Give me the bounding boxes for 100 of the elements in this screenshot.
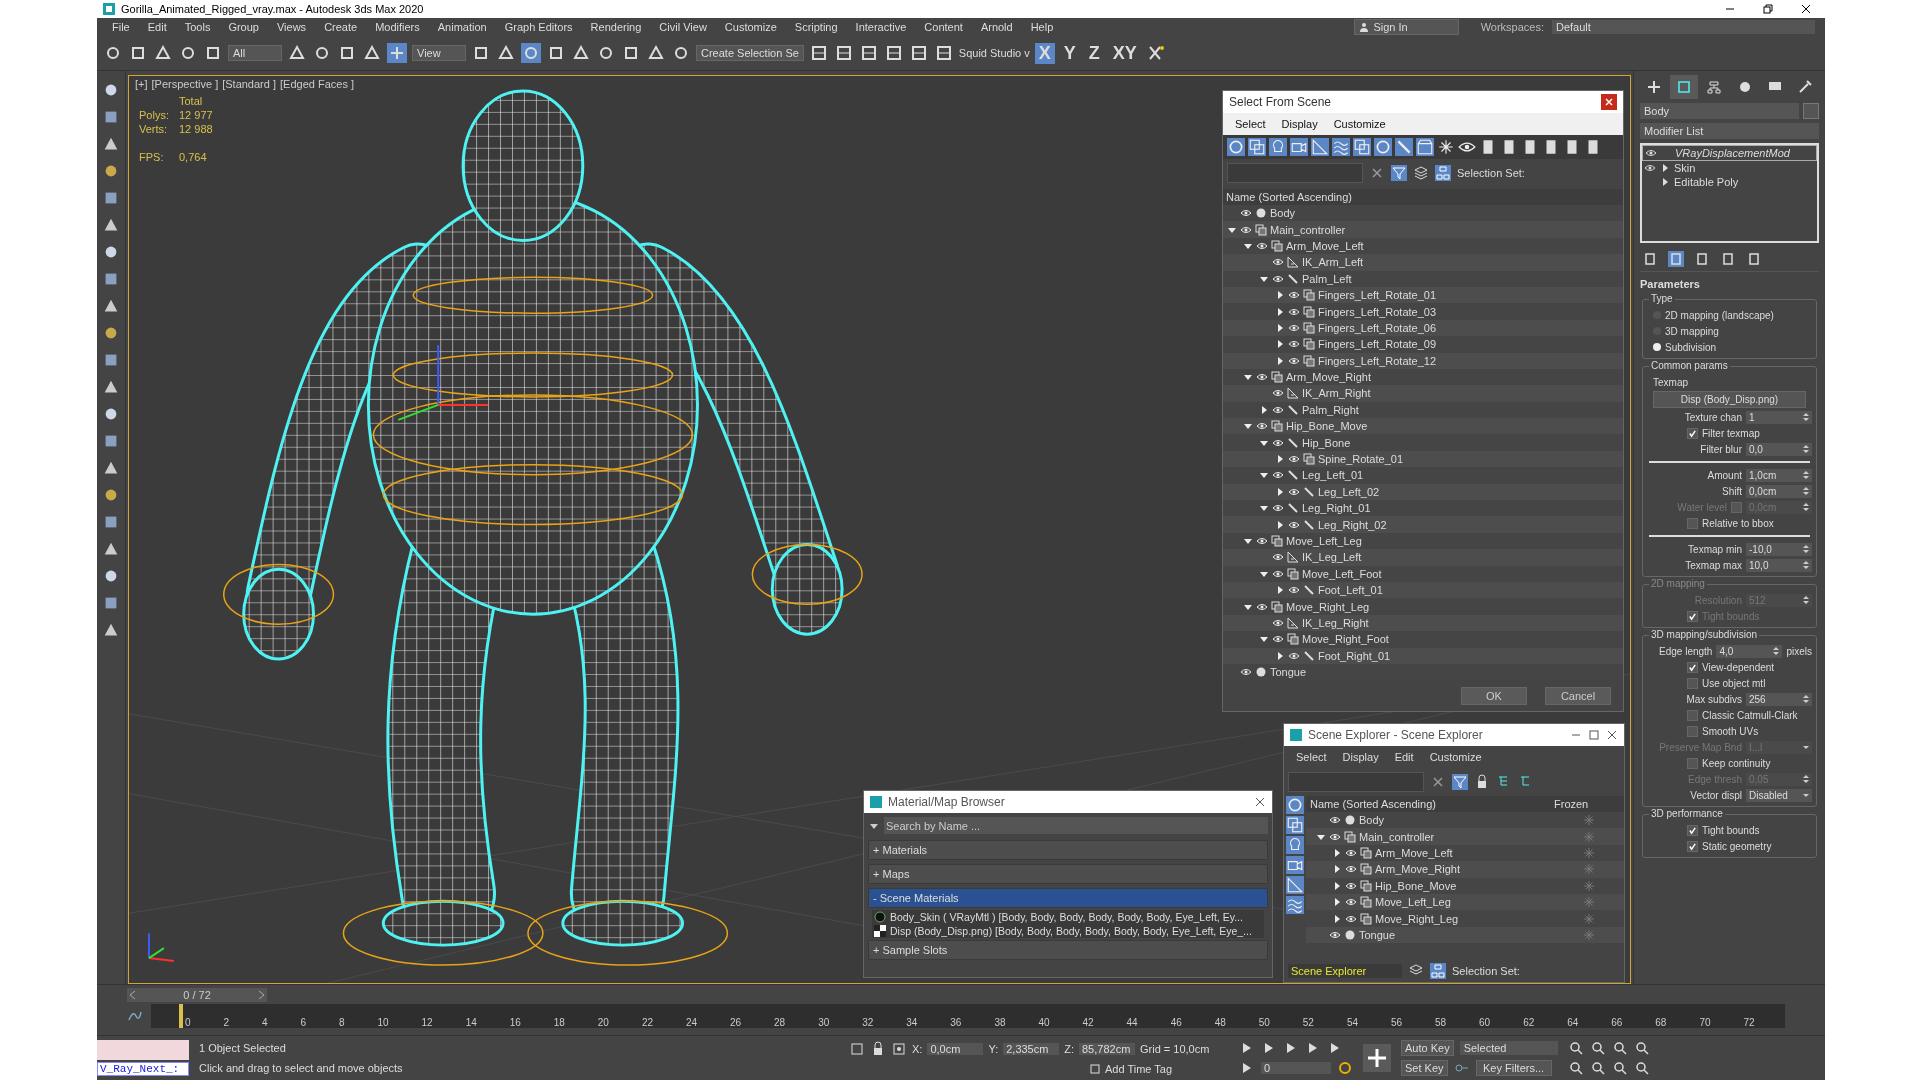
checkbox[interactable]: Relative to bbox — [1647, 516, 1812, 530]
visibility-eye-icon[interactable] — [1345, 865, 1357, 874]
visibility-eye-icon[interactable] — [1272, 618, 1284, 627]
helper-filter-icon[interactable] — [1286, 816, 1304, 834]
object-name[interactable]: Palm_Left — [1302, 272, 1352, 285]
spinner-arrows-icon[interactable] — [1803, 486, 1809, 496]
viewport-navigation-icon[interactable] — [1589, 1060, 1606, 1076]
object-name[interactable]: Body — [1270, 207, 1296, 220]
browser-group-header[interactable]: + Materials — [868, 840, 1268, 860]
menu-item[interactable]: Customize — [1429, 751, 1482, 763]
spinner-arrows-icon[interactable] — [1773, 646, 1780, 656]
checkbox[interactable]: Filter texmap — [1647, 426, 1812, 440]
visibility-eye-icon[interactable] — [1272, 471, 1284, 480]
object-name[interactable]: Leg_Right_01 — [1302, 502, 1371, 515]
gorilla-wireframe-drawing[interactable] — [223, 89, 863, 966]
expand-arrow-icon[interactable] — [1332, 913, 1342, 924]
filter-icon[interactable] — [1452, 774, 1468, 790]
visibility-eye-icon[interactable] — [1288, 586, 1300, 595]
move-icon[interactable] — [387, 43, 407, 63]
object-name[interactable]: Move_Left_Leg — [1375, 896, 1451, 909]
menu-item[interactable]: Arnold — [971, 21, 1022, 33]
spinner-arrows-icon[interactable] — [1803, 470, 1809, 480]
object-name[interactable]: Hip_Bone — [1302, 436, 1351, 449]
spinner-field[interactable]: 1 — [1746, 410, 1812, 424]
expand-arrow-icon[interactable] — [1275, 322, 1285, 333]
x-coordinate-field[interactable]: 0,0cm — [927, 1043, 984, 1055]
object-name[interactable]: Hip_Bone_Move — [1375, 879, 1457, 892]
maxscript-listener-field[interactable] — [97, 1040, 189, 1060]
layers-icon[interactable] — [1413, 165, 1429, 181]
camera-filter-icon[interactable] — [1286, 856, 1304, 874]
search-field[interactable] — [1227, 163, 1363, 183]
column-header[interactable]: Frozen — [1554, 798, 1624, 810]
maximize-icon[interactable] — [1588, 729, 1600, 741]
filter-icon[interactable] — [1391, 165, 1407, 181]
restore-icon[interactable] — [1763, 4, 1773, 14]
visibility-eye-icon[interactable] — [1256, 241, 1268, 250]
close-icon[interactable] — [1254, 796, 1266, 808]
object-name[interactable]: IK_Arm_Left — [1302, 256, 1364, 269]
absolute-mode-icon[interactable] — [891, 1041, 907, 1057]
add-time-tag-button[interactable]: Add Time Tag — [1089, 1063, 1173, 1075]
spinner-field[interactable]: 4,0 — [1716, 644, 1783, 658]
object-name[interactable]: Arm_Move_Left — [1375, 846, 1453, 859]
browser-group-header[interactable]: - Scene Materials — [868, 888, 1268, 908]
checkbox[interactable]: Smooth UVs — [1647, 724, 1812, 738]
spinner-field[interactable]: 256 — [1746, 692, 1812, 706]
named-selection-dropdown[interactable]: Create Selection Se — [696, 45, 804, 61]
menu-item[interactable]: Customize — [715, 21, 786, 33]
viewport-navigation-icon[interactable] — [1611, 1040, 1628, 1056]
spinner-field[interactable]: 0,0 — [1746, 442, 1812, 456]
menu-item[interactable]: Tools — [175, 21, 220, 33]
cancel-button[interactable]: Cancel — [1545, 687, 1611, 705]
checkbox[interactable]: Use object mtl — [1647, 676, 1812, 690]
menu-item[interactable]: Customize — [1333, 118, 1386, 130]
reference-coordinate-dropdown[interactable]: View — [412, 45, 466, 61]
visibility-eye-icon[interactable] — [1329, 930, 1341, 939]
viewport-navigation-icon[interactable] — [1633, 1060, 1650, 1076]
expand-arrow-icon[interactable] — [1275, 519, 1285, 530]
column-header[interactable]: Name (Sorted Ascending) — [1306, 798, 1554, 810]
menu-item[interactable]: Civil View — [650, 21, 716, 33]
search-field[interactable]: Search by Name ... — [884, 817, 1268, 834]
visibility-eye-icon[interactable] — [1345, 914, 1357, 923]
visibility-eye-icon[interactable] — [1272, 274, 1284, 283]
modifier-list-dropdown[interactable]: Modifier List — [1640, 123, 1819, 139]
expand-arrow-icon[interactable] — [1275, 650, 1285, 661]
time-config-icon[interactable] — [1337, 1060, 1353, 1076]
object-name[interactable]: IK_Leg_Right — [1302, 616, 1369, 629]
menu-item[interactable]: Group — [219, 21, 268, 33]
visibility-eye-icon[interactable] — [1288, 487, 1300, 496]
y-coordinate-field[interactable]: 2,335cm — [1003, 1043, 1060, 1055]
object-name[interactable]: Arm_Move_Left — [1286, 239, 1364, 252]
checkbox[interactable]: Static geometry — [1647, 839, 1812, 853]
object-name[interactable]: IK_Arm_Right — [1302, 387, 1371, 400]
spacewarp-filter-icon[interactable] — [1286, 896, 1304, 914]
hierarchy-icon[interactable] — [1435, 165, 1451, 181]
object-name[interactable]: Main_controller — [1359, 830, 1435, 843]
object-name[interactable]: Tongue — [1270, 666, 1307, 679]
close-icon[interactable] — [1801, 4, 1811, 14]
spacewarp-filter-icon[interactable] — [1332, 138, 1350, 156]
stack-tool-icon[interactable] — [1720, 251, 1736, 267]
spinner-arrows-icon[interactable] — [1803, 412, 1809, 422]
auto-key-button[interactable]: Auto Key — [1401, 1040, 1454, 1056]
frozen-filter-icon[interactable] — [1437, 138, 1455, 156]
visibility-eye-icon[interactable] — [1288, 340, 1300, 349]
sign-in-dropdown[interactable]: Sign In — [1354, 19, 1459, 35]
viewport-navigation-icon[interactable] — [1589, 1040, 1606, 1056]
camera-filter-icon[interactable] — [1290, 138, 1308, 156]
geometry-filter-icon[interactable] — [1227, 138, 1245, 156]
visibility-eye-icon[interactable] — [1256, 373, 1268, 382]
object-name[interactable]: Hip_Bone_Move — [1286, 420, 1368, 433]
checkbox[interactable]: View-dependent — [1647, 660, 1812, 674]
set-key-button[interactable]: Set Key — [1401, 1060, 1448, 1076]
menu-item[interactable]: Edit — [1394, 751, 1414, 763]
texmap-button[interactable]: Disp (Body_Disp.png) — [1653, 391, 1806, 408]
expand-arrow-icon[interactable] — [1243, 536, 1253, 546]
dropdown[interactable]: Disabled — [1746, 788, 1812, 802]
modify-tab[interactable] — [1670, 75, 1699, 99]
object-name-field[interactable]: Body — [1640, 103, 1799, 119]
object-name[interactable]: Move_Right_Leg — [1375, 912, 1459, 925]
current-frame-field[interactable]: 0 — [1261, 1062, 1331, 1074]
modifier-stack-item[interactable]: Editable Poly — [1642, 175, 1817, 189]
